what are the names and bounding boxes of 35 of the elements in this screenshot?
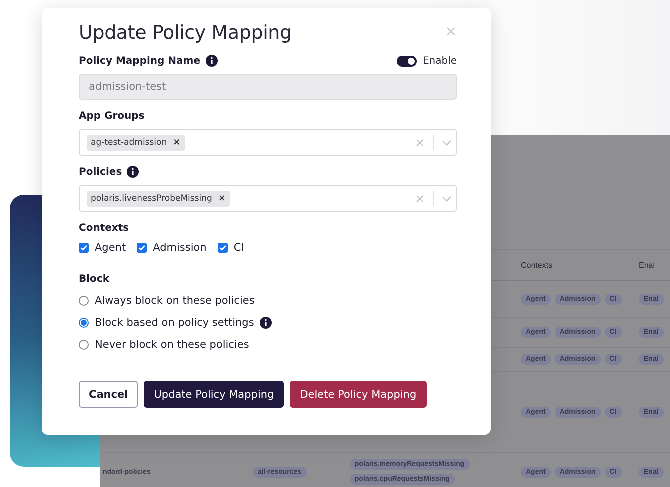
field-label: Contexts: [79, 222, 130, 235]
cancel-button[interactable]: Cancel: [79, 381, 138, 408]
multi-select[interactable]: polaris.livenessProbeMissing ×: [79, 185, 457, 212]
toggle-label: Enable: [422, 56, 457, 66]
tag-label: ag-test-admission: [91, 138, 168, 148]
checkbox-label: Admission: [153, 242, 207, 254]
field-label: Policies: [79, 166, 122, 178]
radio-label: Never block on these policies: [95, 339, 250, 351]
info-icon: [127, 166, 140, 178]
checkbox-label: CI: [234, 242, 244, 254]
info-icon: [206, 55, 218, 67]
info-icon: [260, 317, 272, 329]
field-label: App Groups: [79, 110, 145, 122]
radio-button[interactable]: [79, 340, 89, 350]
update-button[interactable]: Update Policy Mapping: [144, 381, 284, 408]
tag-label: polaris.livenessProbeMissing: [91, 194, 212, 204]
radio-button[interactable]: [79, 296, 89, 306]
checkbox[interactable]: [137, 243, 148, 253]
field-label: Block: [79, 272, 110, 286]
field-label: Policy Mapping Name: [79, 56, 201, 66]
name-field[interactable]: admission-test: [79, 74, 457, 100]
enable-toggle[interactable]: [396, 56, 417, 66]
radio-label: Block based on policy settings: [95, 317, 254, 329]
radio-label: Always block on these policies: [95, 295, 255, 307]
dialog-title: Update Policy Mapping: [79, 22, 292, 44]
column-header: Contexts: [520, 260, 554, 270]
remove-tag-button[interactable]: ×: [173, 138, 181, 148]
checkbox[interactable]: [79, 243, 89, 253]
radio-button[interactable]: [79, 318, 89, 328]
checkbox[interactable]: [218, 243, 228, 253]
delete-button[interactable]: Delete Policy Mapping: [290, 381, 427, 408]
checkbox-label: Agent: [95, 242, 126, 254]
column-header: Enal: [638, 260, 656, 270]
multi-select[interactable]: ag-test-admission ×: [79, 129, 457, 156]
remove-tag-button[interactable]: ×: [218, 194, 226, 204]
